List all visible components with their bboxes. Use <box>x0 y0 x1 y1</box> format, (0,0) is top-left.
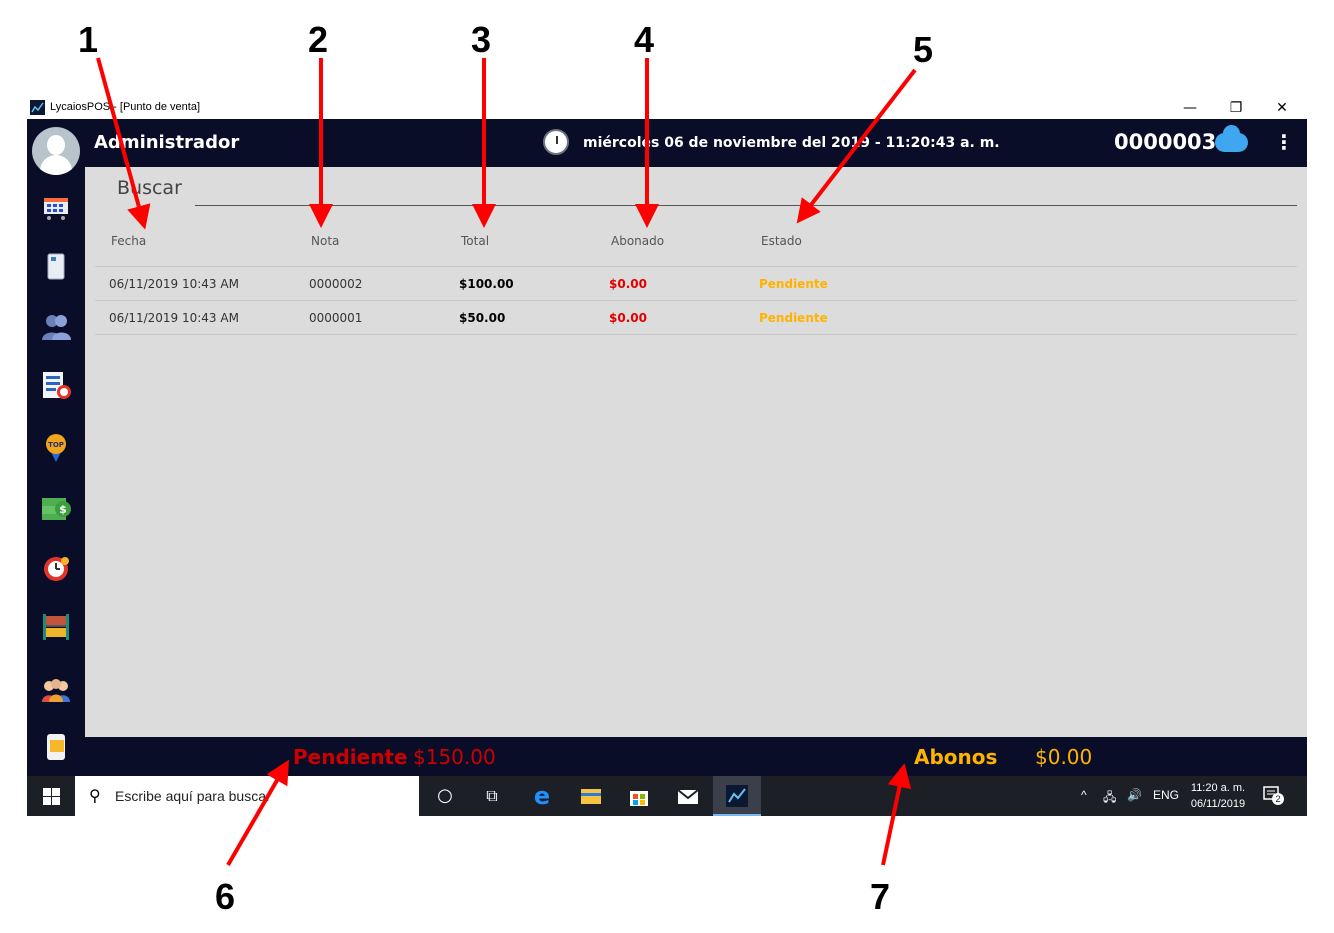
notification-count: 2 <box>1272 793 1284 805</box>
search-input[interactable] <box>195 205 1297 206</box>
alarm-clock-icon[interactable] <box>40 553 72 583</box>
app-logo-icon <box>30 100 45 115</box>
taskbar-app-lycaiospos[interactable] <box>713 776 761 816</box>
svg-text:$: $ <box>59 503 67 516</box>
tray-chevron-icon[interactable]: ^ <box>1081 788 1087 802</box>
user-name: Administrador <box>94 132 240 153</box>
ticket-number: 0000003 <box>1114 130 1217 154</box>
notebook-icon[interactable] <box>40 252 72 282</box>
restore-button[interactable]: ❐ <box>1213 97 1259 119</box>
windows-start-icon[interactable] <box>43 788 60 805</box>
annotation-4: 4 <box>634 19 655 60</box>
taskbar-search-placeholder: Escribe aquí para buscar <box>115 788 271 804</box>
minimize-button[interactable]: — <box>1167 97 1213 119</box>
top-badge-icon[interactable]: TOP <box>40 432 72 462</box>
cart-register-icon[interactable] <box>40 192 72 222</box>
taskbar-search-input[interactable]: ⚲ Escribe aquí para buscar <box>75 776 419 816</box>
mail-icon[interactable] <box>676 784 700 808</box>
column-header-abonado[interactable]: Abonado <box>611 234 664 248</box>
money-icon[interactable]: $ <box>40 492 72 522</box>
pending-total-value: $150.00 <box>413 745 496 769</box>
cell-estado: Pendiente <box>759 311 828 325</box>
column-header-total[interactable]: Total <box>461 234 489 248</box>
app-header: Administrador miércoles 06 de noviembre … <box>27 119 1307 167</box>
payments-total-value: $0.00 <box>1035 745 1093 769</box>
cell-total: $50.00 <box>459 311 506 325</box>
cell-nota: 0000001 <box>309 311 363 325</box>
current-datetime: miércoles 06 de noviembre del 2019 - 11:… <box>583 135 1000 151</box>
volume-icon[interactable]: 🔊 <box>1127 788 1142 802</box>
lycaiospos-icon <box>726 785 748 807</box>
store-icon[interactable] <box>627 784 651 808</box>
main-content: Buscar Fecha Nota Total Abonado Estado 0… <box>85 167 1307 737</box>
report-clock-icon[interactable] <box>40 370 72 400</box>
task-view-icon[interactable]: ⧉ <box>480 784 504 808</box>
annotation-5: 5 <box>913 29 934 70</box>
svg-text:TOP: TOP <box>48 441 64 449</box>
search-label: Buscar <box>117 177 182 199</box>
shelves-icon[interactable] <box>40 612 72 642</box>
more-menu-button[interactable]: ⋮ <box>1274 130 1294 154</box>
tray-clock[interactable]: 11:20 a. m. 06/11/2019 <box>1187 780 1249 812</box>
svg-text:e: e <box>534 784 550 808</box>
title-bar[interactable]: LycaiosPOS - [Punto de venta] — ❐ ✕ <box>27 97 1307 119</box>
table-row[interactable]: 06/11/2019 10:43 AM 0000001 $50.00 $0.00… <box>95 300 1297 335</box>
cell-estado: Pendiente <box>759 277 828 291</box>
users-icon[interactable] <box>40 312 72 342</box>
clock-icon <box>543 129 569 155</box>
cloud-sync-icon[interactable] <box>1215 125 1248 152</box>
search-icon: ⚲ <box>89 786 101 805</box>
cell-abonado: $0.00 <box>609 277 647 291</box>
annotation-3: 3 <box>471 19 492 60</box>
column-header-fecha[interactable]: Fecha <box>111 234 146 248</box>
cell-nota: 0000002 <box>309 277 363 291</box>
network-icon[interactable]: 🖧 <box>1103 788 1116 809</box>
payments-total-label: Abonos <box>914 745 998 769</box>
tray-time: 11:20 a. m. <box>1190 782 1246 794</box>
window-title: LycaiosPOS - [Punto de venta] <box>50 101 201 113</box>
annotation-2: 2 <box>308 19 329 60</box>
windows-taskbar: ⚲ Escribe aquí para buscar ○ ⧉ e ^ 🖧 🔊 E… <box>27 776 1307 816</box>
cell-fecha: 06/11/2019 10:43 AM <box>109 277 239 291</box>
annotation-6: 6 <box>215 876 236 917</box>
team-icon[interactable] <box>40 674 72 704</box>
avatar[interactable] <box>32 127 80 175</box>
cell-abonado: $0.00 <box>609 311 647 325</box>
annotation-1: 1 <box>78 19 99 60</box>
app-window: LycaiosPOS - [Punto de venta] — ❐ ✕ Admi… <box>27 97 1307 816</box>
cortana-icon[interactable]: ○ <box>433 784 457 808</box>
cell-total: $100.00 <box>459 277 514 291</box>
pending-total-label: Pendiente <box>293 745 408 769</box>
column-header-nota[interactable]: Nota <box>311 234 339 248</box>
totals-bar: Pendiente $150.00 Abonos $0.00 <box>85 737 1307 777</box>
notifications-icon[interactable]: 2 <box>1263 785 1284 805</box>
table-bottom-divider <box>95 334 1297 335</box>
annotation-7: 7 <box>870 876 891 917</box>
table-row[interactable]: 06/11/2019 10:43 AM 0000002 $100.00 $0.0… <box>95 266 1297 301</box>
mobile-card-icon[interactable] <box>40 732 72 762</box>
file-explorer-icon[interactable] <box>579 784 603 808</box>
tray-date: 06/11/2019 <box>1190 798 1246 810</box>
edge-browser-icon[interactable]: e <box>530 782 554 810</box>
cell-fecha: 06/11/2019 10:43 AM <box>109 311 239 325</box>
sidebar: TOP $ <box>27 167 85 816</box>
close-button[interactable]: ✕ <box>1259 97 1305 119</box>
column-header-estado[interactable]: Estado <box>761 234 802 248</box>
language-indicator[interactable]: ENG <box>1153 788 1179 802</box>
